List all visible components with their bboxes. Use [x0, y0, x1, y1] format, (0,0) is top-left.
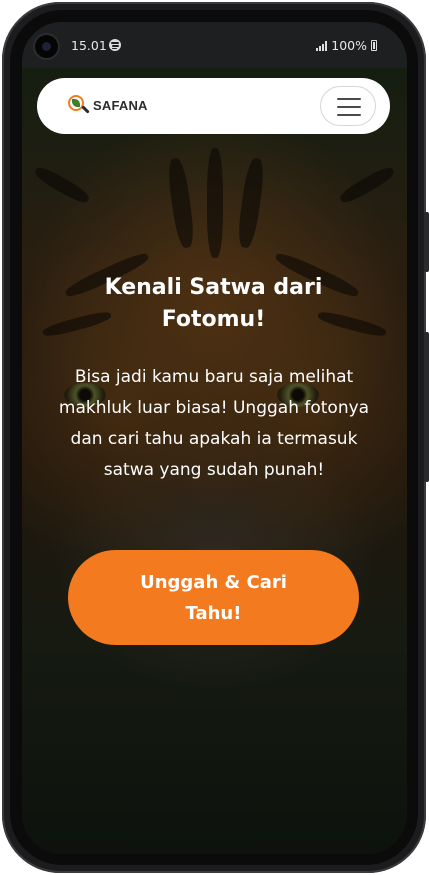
status-right: 100%	[316, 38, 377, 53]
menu-button[interactable]	[320, 86, 376, 126]
hamburger-menu-icon	[337, 98, 361, 116]
status-bar: 15.01 100%	[22, 22, 407, 68]
battery-percent: 100%	[331, 38, 367, 53]
battery-icon	[371, 40, 377, 51]
volume-button	[424, 212, 429, 272]
hero-title: Kenali Satwa dari Fotomu!	[104, 275, 323, 332]
power-button	[424, 332, 429, 482]
navbar: SAFANA	[37, 78, 390, 134]
signal-icon	[316, 40, 328, 51]
hero-description: Bisa jadi kamu baru saja melihat makhluk…	[58, 367, 370, 480]
logo-text: SAFANA	[93, 97, 148, 113]
logo[interactable]: SAFANA	[67, 93, 148, 117]
status-time: 15.01	[71, 38, 107, 53]
spotify-icon	[109, 39, 121, 51]
magnifier-leaf-logo-icon	[67, 93, 91, 117]
screen: 15.01 100% SAFANA Kenali Satwa dari Foto…	[22, 22, 407, 854]
front-camera	[35, 35, 58, 58]
upload-search-button[interactable]: Unggah & Cari Tahu!	[68, 550, 359, 645]
upload-search-button-label: Unggah & Cari Tahu!	[140, 571, 287, 624]
